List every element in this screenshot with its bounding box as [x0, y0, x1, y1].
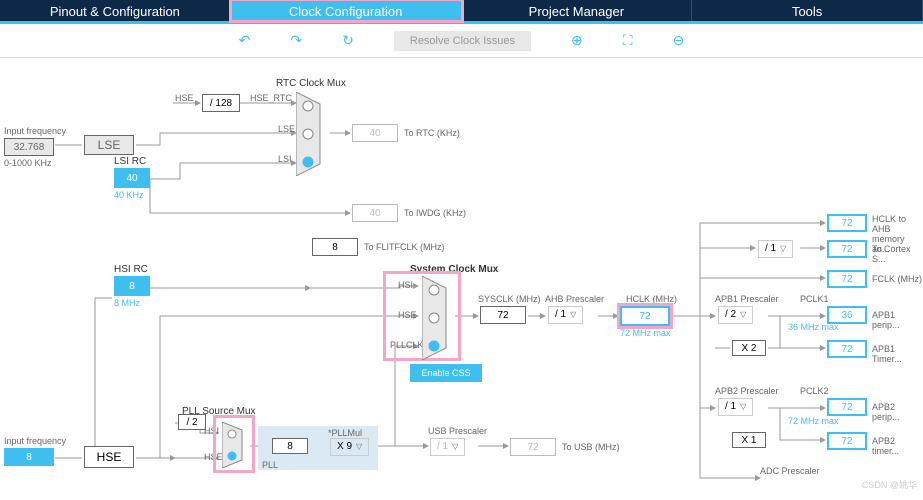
cortex-val: 72: [827, 240, 867, 258]
hse-block: HSE: [84, 446, 134, 468]
enable-css-button[interactable]: Enable CSS: [410, 364, 482, 382]
tab-project-manager[interactable]: Project Manager: [462, 0, 693, 21]
pll-hsi-div: / 2: [178, 414, 206, 430]
usb-val: 72: [510, 438, 556, 456]
apb2-prescaler-label: APB2 Prescaler: [715, 386, 779, 396]
hse-rtc-divider: / 128: [202, 94, 240, 112]
usb-prescaler-label: USB Prescaler: [428, 426, 487, 436]
pllmul-select[interactable]: X 9▽: [330, 438, 369, 456]
sysclk-val[interactable]: 72: [480, 306, 526, 324]
hsi-freq: 8: [114, 276, 150, 296]
system-clock-mux[interactable]: [422, 276, 458, 360]
to-rtc-label: To RTC (KHz): [404, 128, 460, 138]
tab-pinout[interactable]: Pinout & Configuration: [0, 0, 231, 21]
hsi-unit-label: 8 MHz: [114, 298, 140, 308]
lse-range-label: 0-1000 KHz: [4, 158, 52, 168]
pclk2-label: PCLK2: [800, 386, 829, 396]
lsi-unit-label: 40 KHz: [114, 190, 144, 200]
to-flitfclk-label: To FLITFCLK (MHz): [364, 242, 445, 252]
adc-prescaler-label: ADC Prescaler: [760, 466, 820, 476]
apb2-timer-mul: X 1: [732, 432, 766, 448]
sys-mux-pllclk: PLLCLK: [390, 340, 424, 350]
hclk-max-label: 72 MHz max: [620, 328, 671, 338]
refresh-icon[interactable]: ↻: [342, 32, 354, 49]
to-usb-label: To USB (MHz): [562, 442, 620, 452]
pll-label: PLL: [262, 460, 278, 470]
lsi-rc-label: LSI RC: [114, 156, 146, 167]
undo-icon[interactable]: ↶: [239, 32, 251, 49]
hclk-label: HCLK (MHz): [626, 294, 677, 304]
redo-icon[interactable]: ↷: [290, 32, 302, 49]
apb2-timer-label: APB2 timer...: [872, 436, 923, 456]
fclk-val: 72: [827, 270, 867, 288]
apb1-periph-label: APB1 perip...: [872, 310, 923, 330]
to-cortex-label: To Cortex S...: [872, 244, 923, 264]
hsi-rc-label: HSI RC: [114, 264, 148, 275]
pclk2-note: 72 MHz max: [788, 416, 839, 426]
apb2-periph-label: APB2 perip...: [872, 402, 923, 422]
pll-source-mux[interactable]: [222, 422, 250, 468]
sysclk-label: SYSCLK (MHz): [478, 294, 541, 304]
lse-freq-input[interactable]: 32.768: [4, 138, 54, 156]
cortex-div-select[interactable]: / 1▽: [758, 240, 793, 258]
rtc-mux-title: RTC Clock Mux: [276, 78, 346, 89]
apb1-prescaler-select[interactable]: / 2▽: [718, 306, 753, 324]
tab-tools[interactable]: Tools: [692, 0, 923, 21]
to-iwdg-label: To IWDG (KHz): [404, 208, 466, 218]
rtc-clock-mux[interactable]: [296, 92, 332, 176]
fclk-label: FCLK (MHz): [872, 274, 922, 284]
rtc-mux-lsi-label: LSI: [278, 154, 292, 164]
hse-div-label: HSE: [175, 93, 194, 103]
top-navigation: Pinout & Configuration Clock Configurati…: [0, 0, 923, 24]
hclk-to-ahb-val: 72: [827, 214, 867, 232]
toolbar: ↶ ↷ ↻ Resolve Clock Issues ⊕ ⛶ ⊖: [0, 24, 923, 58]
clock-diagram-canvas[interactable]: Input frequency 32.768 0-1000 KHz LSE LS…: [0, 58, 923, 494]
zoom-in-icon[interactable]: ⊕: [571, 32, 583, 49]
zoom-fit-icon[interactable]: ⛶: [623, 32, 633, 49]
apb2-prescaler-select[interactable]: / 1▽: [718, 398, 753, 416]
lse-block: LSE: [84, 135, 134, 155]
hse-freq-input[interactable]: 8: [4, 448, 54, 466]
rtc-mux-lse-label: LSE: [278, 124, 295, 134]
usb-prescaler-select[interactable]: / 1▽: [430, 438, 465, 456]
input-freq-hse-label: Input frequency: [4, 436, 66, 446]
apb2-periph-val: 72: [827, 398, 867, 416]
apb1-prescaler-label: APB1 Prescaler: [715, 294, 779, 304]
sys-mux-hsi: HSI: [398, 280, 413, 290]
apb1-timer-label: APB1 Timer...: [872, 344, 923, 364]
flitfclk-val: 8: [312, 238, 358, 256]
watermark: CSDN @姚华: [862, 478, 917, 491]
ahb-prescaler-label: AHB Prescaler: [545, 294, 604, 304]
pllmul-label: *PLLMul: [328, 428, 362, 438]
apb1-timer-mul: X 2: [732, 340, 766, 356]
input-freq-lse-label: Input frequency: [4, 126, 66, 136]
sys-mux-hse: HSE: [398, 310, 417, 320]
hse-rtc-label: HSE_RTC: [250, 93, 292, 103]
ahb-prescaler-select[interactable]: / 1▽: [548, 306, 583, 324]
tab-clock-config[interactable]: Clock Configuration: [231, 0, 462, 21]
pclk1-label: PCLK1: [800, 294, 829, 304]
resolve-clock-issues-button[interactable]: Resolve Clock Issues: [394, 31, 531, 51]
zoom-out-icon[interactable]: ⊖: [673, 32, 685, 49]
hclk-val[interactable]: 72: [620, 306, 670, 326]
apb2-timer-val: 72: [827, 432, 867, 450]
lsi-freq: 40: [114, 168, 150, 188]
pll-in-val: 8: [272, 438, 308, 454]
iwdg-out-val: 40: [352, 204, 398, 222]
apb1-periph-val: 36: [827, 306, 867, 324]
rtc-out-val: 40: [352, 124, 398, 142]
apb1-timer-val: 72: [827, 340, 867, 358]
